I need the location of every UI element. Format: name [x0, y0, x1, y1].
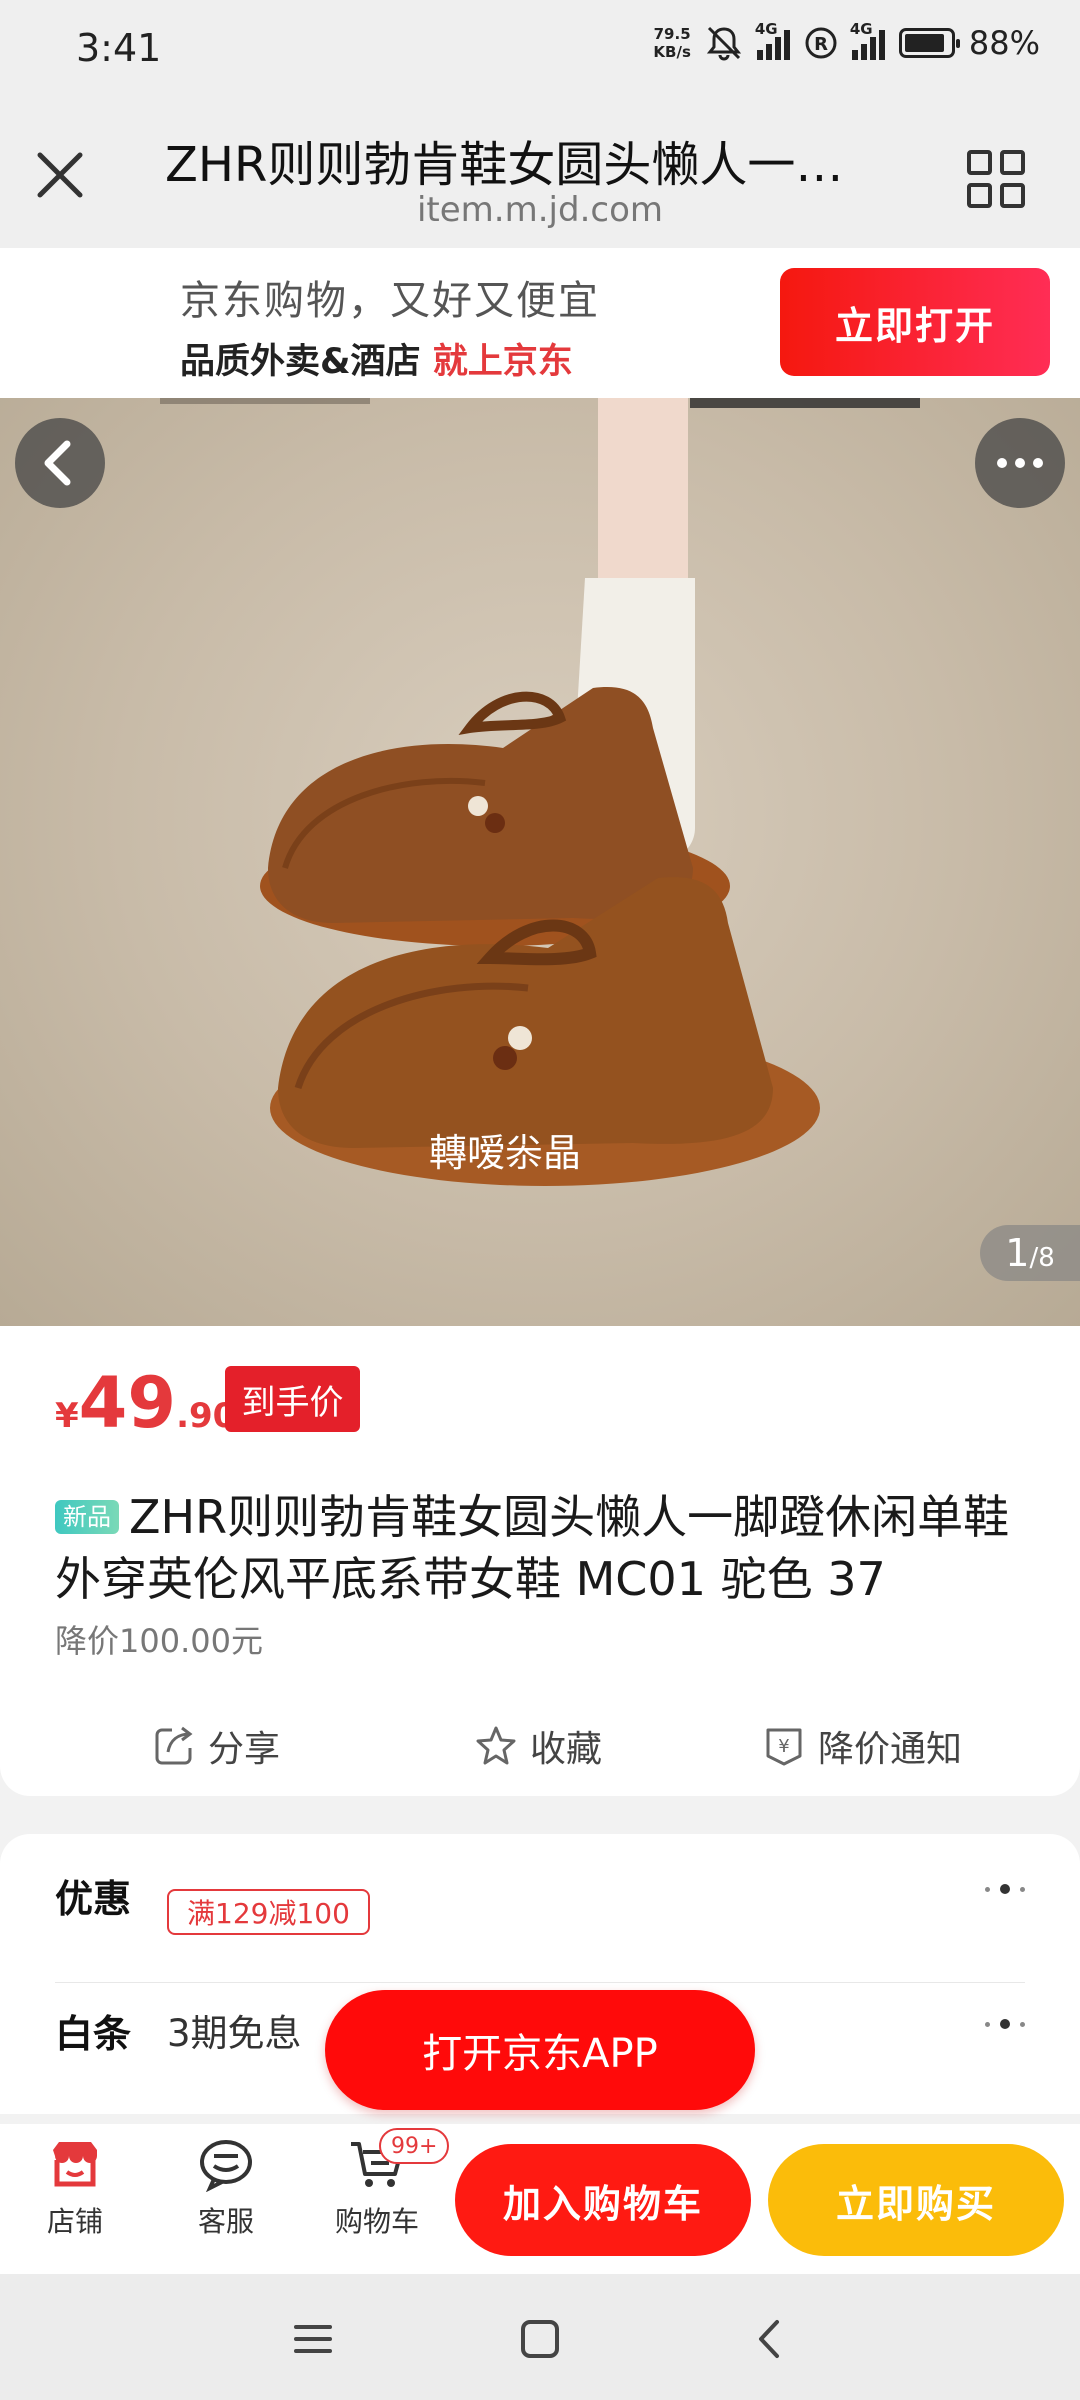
image-watermark: 轉嗳尜晶 — [428, 1131, 581, 1175]
share-label: 分享 — [208, 1729, 281, 1770]
favorite-button[interactable]: 收藏 — [474, 1706, 602, 1786]
svg-text:R: R — [814, 34, 828, 55]
browser-header: ZHR则则勃肯鞋女圆头懒人一… item.m.jd.com — [0, 95, 1080, 248]
customer-service-button[interactable]: 客服 — [166, 2136, 286, 2240]
price-drop-info: 降价100.00元 — [55, 1622, 263, 1660]
service-label: 客服 — [197, 2205, 254, 2238]
favorite-label: 收藏 — [530, 1729, 603, 1770]
registered-icon: R — [805, 27, 837, 59]
new-product-badge: 新品 — [55, 1500, 119, 1534]
status-icons: 79.5 KB/s 4G R 4G 88% — [653, 20, 1040, 62]
product-price: ¥ 49 .90 — [55, 1362, 236, 1444]
home-icon[interactable] — [515, 2314, 565, 2364]
product-photo — [160, 398, 920, 1186]
bottom-action-bar: 店铺 客服 购物车 99+ 加入购物车 立即购买 — [0, 2124, 1080, 2274]
network-speed-value: 79.5 — [653, 25, 691, 43]
baitiao-value: 3期免息 — [167, 2012, 302, 2055]
signal-icon-2: 4G — [850, 20, 885, 60]
grid-menu-icon[interactable] — [967, 150, 1025, 208]
back-button[interactable] — [15, 418, 105, 508]
network-speed: 79.5 KB/s — [653, 25, 690, 61]
network-speed-unit: KB/s — [653, 43, 691, 61]
product-title: 新品 ZHR则则勃肯鞋女圆头懒人一脚蹬休闲单鞋外穿英伦风平底系带女鞋 MC01 驼… — [55, 1486, 1035, 1610]
price-alert-label: 降价通知 — [818, 1729, 963, 1770]
chat-icon — [200, 2140, 252, 2192]
product-actions: 分享 收藏 ¥ 降价通知 — [0, 1706, 1080, 1786]
system-navigation-bar — [0, 2274, 1080, 2400]
svg-text:¥: ¥ — [778, 1736, 789, 1757]
more-dots-icon[interactable] — [985, 1884, 1025, 1894]
banner-subtitle: 品质外卖&酒店 就上京东 — [180, 333, 573, 384]
app-download-banner: 京东购物，又好又便宜 品质外卖&酒店 就上京东 立即打开 — [0, 248, 1080, 398]
price-symbol: ¥ — [55, 1396, 79, 1436]
network-tag-1: 4G — [754, 20, 778, 38]
shop-button[interactable]: 店铺 — [15, 2136, 135, 2240]
status-time: 3:41 — [76, 26, 162, 70]
open-jd-app-button[interactable]: 打开京东APP — [325, 1990, 755, 2110]
image-counter-total: /8 — [1029, 1243, 1055, 1273]
discount-row[interactable]: 优惠 满129减100 — [55, 1834, 1025, 1954]
cart-button[interactable]: 购物车 99+ — [317, 2128, 450, 2240]
price-integer: 49 — [78, 1362, 177, 1444]
shop-icon — [53, 2142, 97, 2187]
cart-count-badge: 99+ — [379, 2128, 450, 2164]
mute-bell-icon — [706, 26, 741, 61]
chevron-left-icon — [44, 440, 71, 486]
discount-label: 优惠 — [55, 1877, 132, 1921]
open-now-button[interactable]: 立即打开 — [780, 268, 1050, 376]
cart-label: 购物车 — [334, 2205, 419, 2238]
product-info-card: ¥ 49 .90 到手价 新品 ZHR则则勃肯鞋女圆头懒人一脚蹬休闲单鞋外穿英伦风… — [0, 1326, 1080, 1796]
banner-subtitle-prefix: 品质外卖&酒店 — [180, 342, 433, 382]
star-icon — [476, 1726, 516, 1765]
buy-now-button[interactable]: 立即购买 — [768, 2144, 1064, 2256]
more-options-button[interactable] — [975, 418, 1065, 508]
battery-percent: 88% — [968, 24, 1040, 62]
final-price-tag: 到手价 — [225, 1366, 360, 1432]
network-tag-2: 4G — [849, 20, 873, 38]
menu-icon[interactable] — [288, 2314, 338, 2364]
banner-subtitle-highlight: 就上京东 — [432, 342, 573, 382]
coupon-badge[interactable]: 满129减100 — [167, 1889, 370, 1935]
image-counter: 1/8 — [980, 1225, 1080, 1281]
status-bar: 3:41 79.5 KB/s 4G R 4G 88% — [0, 0, 1080, 95]
product-title-text: ZHR则则勃肯鞋女圆头懒人一脚蹬休闲单鞋外穿英伦风平底系带女鞋 MC01 驼色 … — [55, 1490, 1010, 1606]
product-image[interactable]: 轉嗳尜晶 1/8 — [0, 398, 1080, 1326]
add-to-cart-button[interactable]: 加入购物车 — [455, 2144, 751, 2256]
baitiao-label: 白条 — [55, 2012, 132, 2056]
share-button[interactable]: 分享 — [152, 1706, 280, 1786]
more-dots-icon[interactable] — [985, 2019, 1025, 2029]
battery-icon — [898, 28, 960, 58]
back-icon[interactable] — [745, 2314, 795, 2364]
signal-icon-1: 4G — [755, 20, 790, 60]
banner-slogan: 京东购物，又好又便宜 — [180, 278, 600, 324]
battery-fill — [904, 34, 944, 52]
page-title: ZHR则则勃肯鞋女圆头懒人一… — [165, 137, 844, 193]
price-alert-button[interactable]: ¥ 降价通知 — [762, 1706, 962, 1786]
more-dots-icon — [997, 458, 1007, 468]
price-alert-icon: ¥ — [766, 1728, 802, 1766]
image-counter-current: 1 — [1005, 1231, 1030, 1275]
page-url: item.m.jd.com — [416, 190, 663, 230]
shop-label: 店铺 — [46, 2205, 103, 2238]
share-icon — [155, 1726, 193, 1765]
